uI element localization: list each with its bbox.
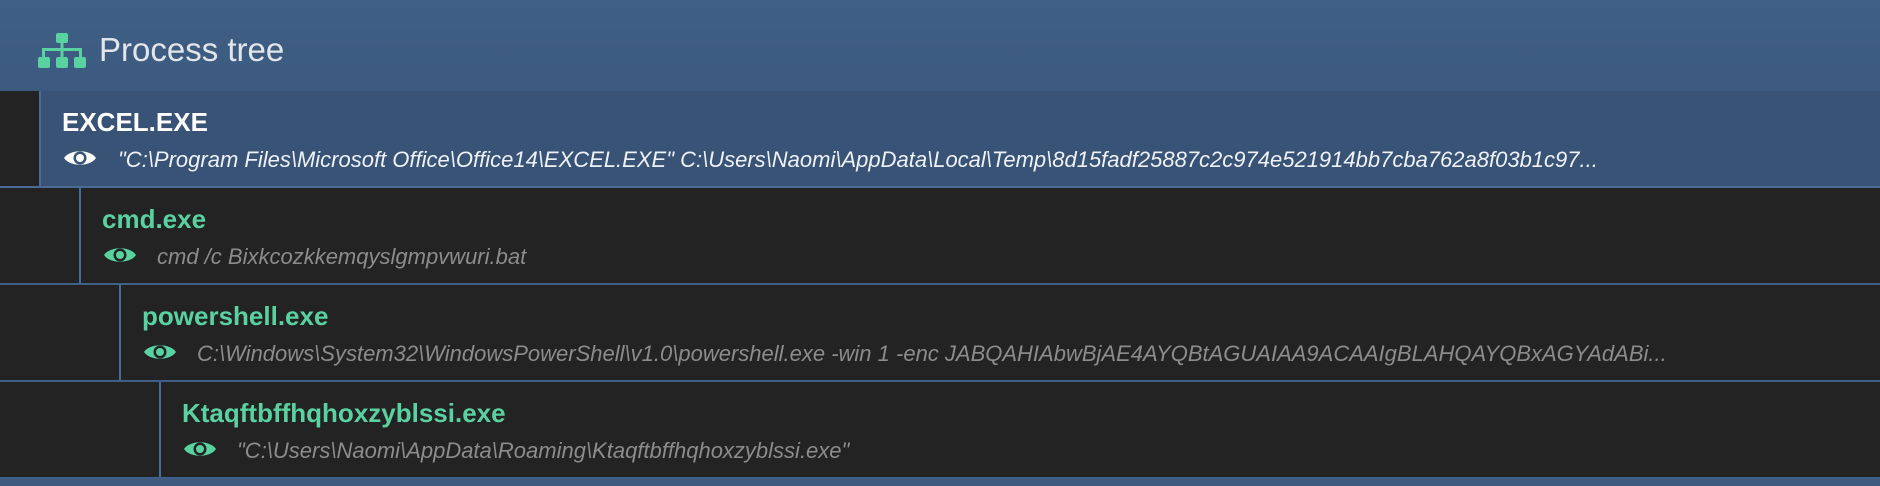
tree-indent (0, 91, 41, 186)
process-list: EXCEL.EXE "C:\Program Files\Microsoft Of… (0, 91, 1880, 479)
process-row[interactable]: EXCEL.EXE "C:\Program Files\Microsoft Of… (0, 91, 1880, 188)
process-command-line: C:\Windows\System32\WindowsPowerShell\v1… (197, 341, 1667, 366)
process-row[interactable]: cmd.exe cmd /c Bixkcozkkemqyslgmpvwuri.b… (0, 188, 1880, 285)
process-tree-panel: Process tree EXCEL.EXE "C:\Program Files… (0, 0, 1880, 486)
process-row[interactable]: Ktaqftbffhqhoxzyblssi.exe "C:\Users\Naom… (0, 382, 1880, 479)
process-command-line: cmd /c Bixkcozkkemqyslgmpvwuri.bat (157, 244, 527, 269)
process-name: cmd.exe (102, 204, 207, 234)
panel-title: Process tree (99, 31, 285, 68)
eye-icon[interactable] (182, 437, 218, 461)
process-name: EXCEL.EXE (62, 107, 208, 137)
panel-header: Process tree (0, 0, 1880, 91)
tree-indent (0, 382, 161, 477)
process-name: Ktaqftbffhqhoxzyblssi.exe (182, 398, 506, 428)
eye-icon[interactable] (102, 243, 138, 267)
process-command-line: "C:\Users\Naomi\AppData\Roaming\Ktaqftbf… (237, 438, 850, 463)
process-name: powershell.exe (142, 301, 329, 331)
tree-indent (0, 285, 121, 380)
eye-icon[interactable] (142, 340, 178, 364)
eye-icon[interactable] (62, 146, 98, 170)
sitemap-icon (38, 33, 86, 68)
process-row[interactable]: powershell.exe C:\Windows\System32\Windo… (0, 285, 1880, 382)
process-command-line: "C:\Program Files\Microsoft Office\Offic… (118, 147, 1598, 172)
tree-indent (0, 188, 81, 283)
